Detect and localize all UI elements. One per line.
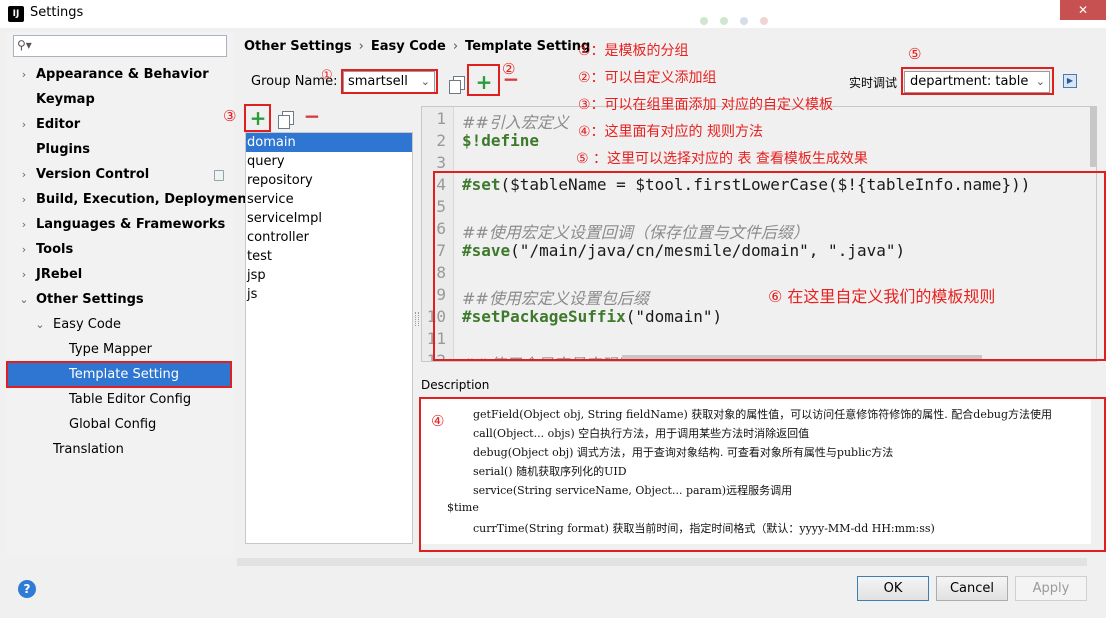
list-item[interactable]: service (246, 190, 412, 209)
sidebar-item-keymap[interactable]: Keymap (7, 89, 233, 111)
chevron-right-icon: › (21, 243, 27, 256)
realtime-debug-label: 实时调试 (849, 76, 898, 90)
sidebar-item-global-config[interactable]: Global Config (7, 414, 233, 436)
annotation-marker-2: ② (502, 60, 516, 78)
sidebar-item-appearance[interactable]: › Appearance & Behavior (7, 64, 233, 86)
group-name-select[interactable]: smartsell ⌄ (343, 71, 435, 93)
chevron-right-icon: › (21, 68, 27, 81)
annotation-note: ③：可以在组里面添加 对应的自定义模板 (578, 97, 833, 113)
cancel-button[interactable]: Cancel (936, 576, 1008, 601)
background-toolbar-ghost (700, 14, 1040, 26)
chevron-right-icon: › (21, 218, 27, 231)
code-line: #setPackageSuffix("domain") (462, 307, 723, 326)
list-item[interactable]: js (246, 285, 412, 304)
chevron-right-icon: › (358, 39, 364, 54)
splitter-handle[interactable] (415, 312, 419, 326)
chevron-down-icon: ⌄ (19, 293, 29, 306)
content-horizontal-scrollbar[interactable] (237, 558, 1087, 566)
editor-vertical-scrollbar[interactable] (1090, 107, 1096, 167)
copy-template-icon[interactable] (278, 111, 294, 129)
list-item[interactable]: controller (246, 228, 412, 247)
description-label: Description (421, 378, 490, 392)
preview-run-button[interactable]: ▶ (1063, 74, 1077, 88)
close-button[interactable]: ✕ (1060, 0, 1106, 20)
chevron-down-icon: ⌄ (420, 75, 430, 88)
chevron-right-icon: › (21, 268, 27, 281)
settings-search-input[interactable]: ⚲▾ (13, 35, 227, 57)
code-line: ##使用宏定义设置回调（保存位置与文件后缀） (462, 223, 809, 242)
help-button[interactable]: ? (18, 580, 36, 598)
sidebar-item-easy-code[interactable]: ⌄ Easy Code (7, 314, 233, 336)
editor-horizontal-scrollbar[interactable] (622, 355, 982, 361)
intellij-logo-icon: IJ (8, 6, 24, 22)
chevron-down-icon: ⌄ (35, 318, 45, 331)
annotation-note: ④：这里面有对应的 规则方法 (578, 124, 764, 140)
list-item[interactable]: repository (246, 171, 412, 190)
template-list: domain query repository service serviceI… (245, 132, 413, 544)
annotation-note: ②：可以自定义添加组 (578, 70, 717, 86)
annotation-note: ⑤ ：这里可以选择对应的 表 查看模板生成效果 (576, 151, 868, 167)
sidebar-item-tools[interactable]: › Tools (7, 239, 233, 261)
chevron-right-icon: › (21, 193, 27, 206)
list-item[interactable]: query (246, 152, 412, 171)
ok-button[interactable]: OK (857, 576, 929, 601)
code-line: #set($tableName = $tool.firstLowerCase($… (462, 175, 1031, 194)
window-title: Settings (30, 5, 84, 20)
title-bar: IJ Settings ✕ (0, 0, 1106, 28)
sidebar-item-version-control[interactable]: › Version Control (7, 164, 233, 186)
code-line: #save("/main/java/cn/mesmile/domain", ".… (462, 241, 906, 260)
code-line: ##使用宏定义设置包后缀 (462, 289, 649, 308)
add-group-button[interactable]: + (474, 72, 494, 92)
annotation-marker-5: ⑤ (908, 45, 922, 63)
remove-template-button[interactable]: − (302, 106, 322, 126)
sidebar-item-languages[interactable]: › Languages & Frameworks (7, 214, 233, 236)
annotation-note-editor: ⑥ 在这里自定义我们的模板规则 (768, 287, 996, 306)
annotation-marker-3: ③ (223, 107, 237, 125)
table-select[interactable]: department: table ⌄ (904, 71, 1050, 93)
chevron-right-icon: › (452, 39, 459, 54)
sidebar-item-build[interactable]: › Build, Execution, Deployment (7, 189, 253, 211)
chevron-right-icon: › (21, 168, 27, 181)
sidebar-item-translation[interactable]: Translation (7, 439, 233, 461)
code-line: ##引入宏定义 (462, 113, 569, 132)
annotation-note: ①：是模板的分组 (578, 43, 689, 59)
list-item[interactable]: test (246, 247, 412, 266)
apply-button[interactable]: Apply (1015, 576, 1087, 601)
chevron-down-icon: ⌄ (1035, 75, 1045, 88)
sidebar-item-jrebel[interactable]: › JRebel (7, 264, 233, 286)
line-number-gutter: 1 2 3 4 5 6 7 8 9 10 11 12 (422, 107, 454, 361)
settings-window: IJ Settings ✕ ⚲▾ › Appearance & Behavior… (0, 0, 1106, 618)
sidebar-item-other-settings[interactable]: ⌄ Other Settings (7, 289, 233, 311)
annotation-marker-4: ④ (431, 412, 445, 430)
list-item[interactable]: domain (246, 133, 412, 152)
add-template-button[interactable]: + (248, 108, 268, 128)
list-item[interactable]: serviceImpl (246, 209, 412, 228)
settings-sidebar: ⚲▾ › Appearance & Behavior Keymap › Edit… (7, 32, 253, 557)
code-line: $!define (462, 131, 540, 150)
sidebar-item-table-editor-config[interactable]: Table Editor Config (7, 389, 233, 411)
copy-group-icon[interactable] (449, 76, 465, 94)
description-panel: getField(Object obj, String fieldName) 获… (421, 398, 1091, 544)
sidebar-item-editor[interactable]: › Editor (7, 114, 233, 136)
sidebar-item-plugins[interactable]: Plugins (7, 139, 233, 161)
sidebar-item-template-setting[interactable]: Template Setting (7, 364, 233, 386)
list-item[interactable]: jsp (246, 266, 412, 285)
annotation-marker-1: ① (321, 68, 333, 83)
chevron-right-icon: › (21, 118, 27, 131)
breadcrumb: Other Settings › Easy Code › Template Settin… (244, 39, 591, 54)
project-scope-icon (214, 170, 224, 181)
template-code-editor[interactable]: 1 2 3 4 5 6 7 8 9 10 11 12 ##引入宏定义 $!def… (421, 106, 1097, 362)
search-icon: ⚲▾ (17, 38, 32, 52)
sidebar-item-type-mapper[interactable]: Type Mapper (7, 339, 233, 361)
